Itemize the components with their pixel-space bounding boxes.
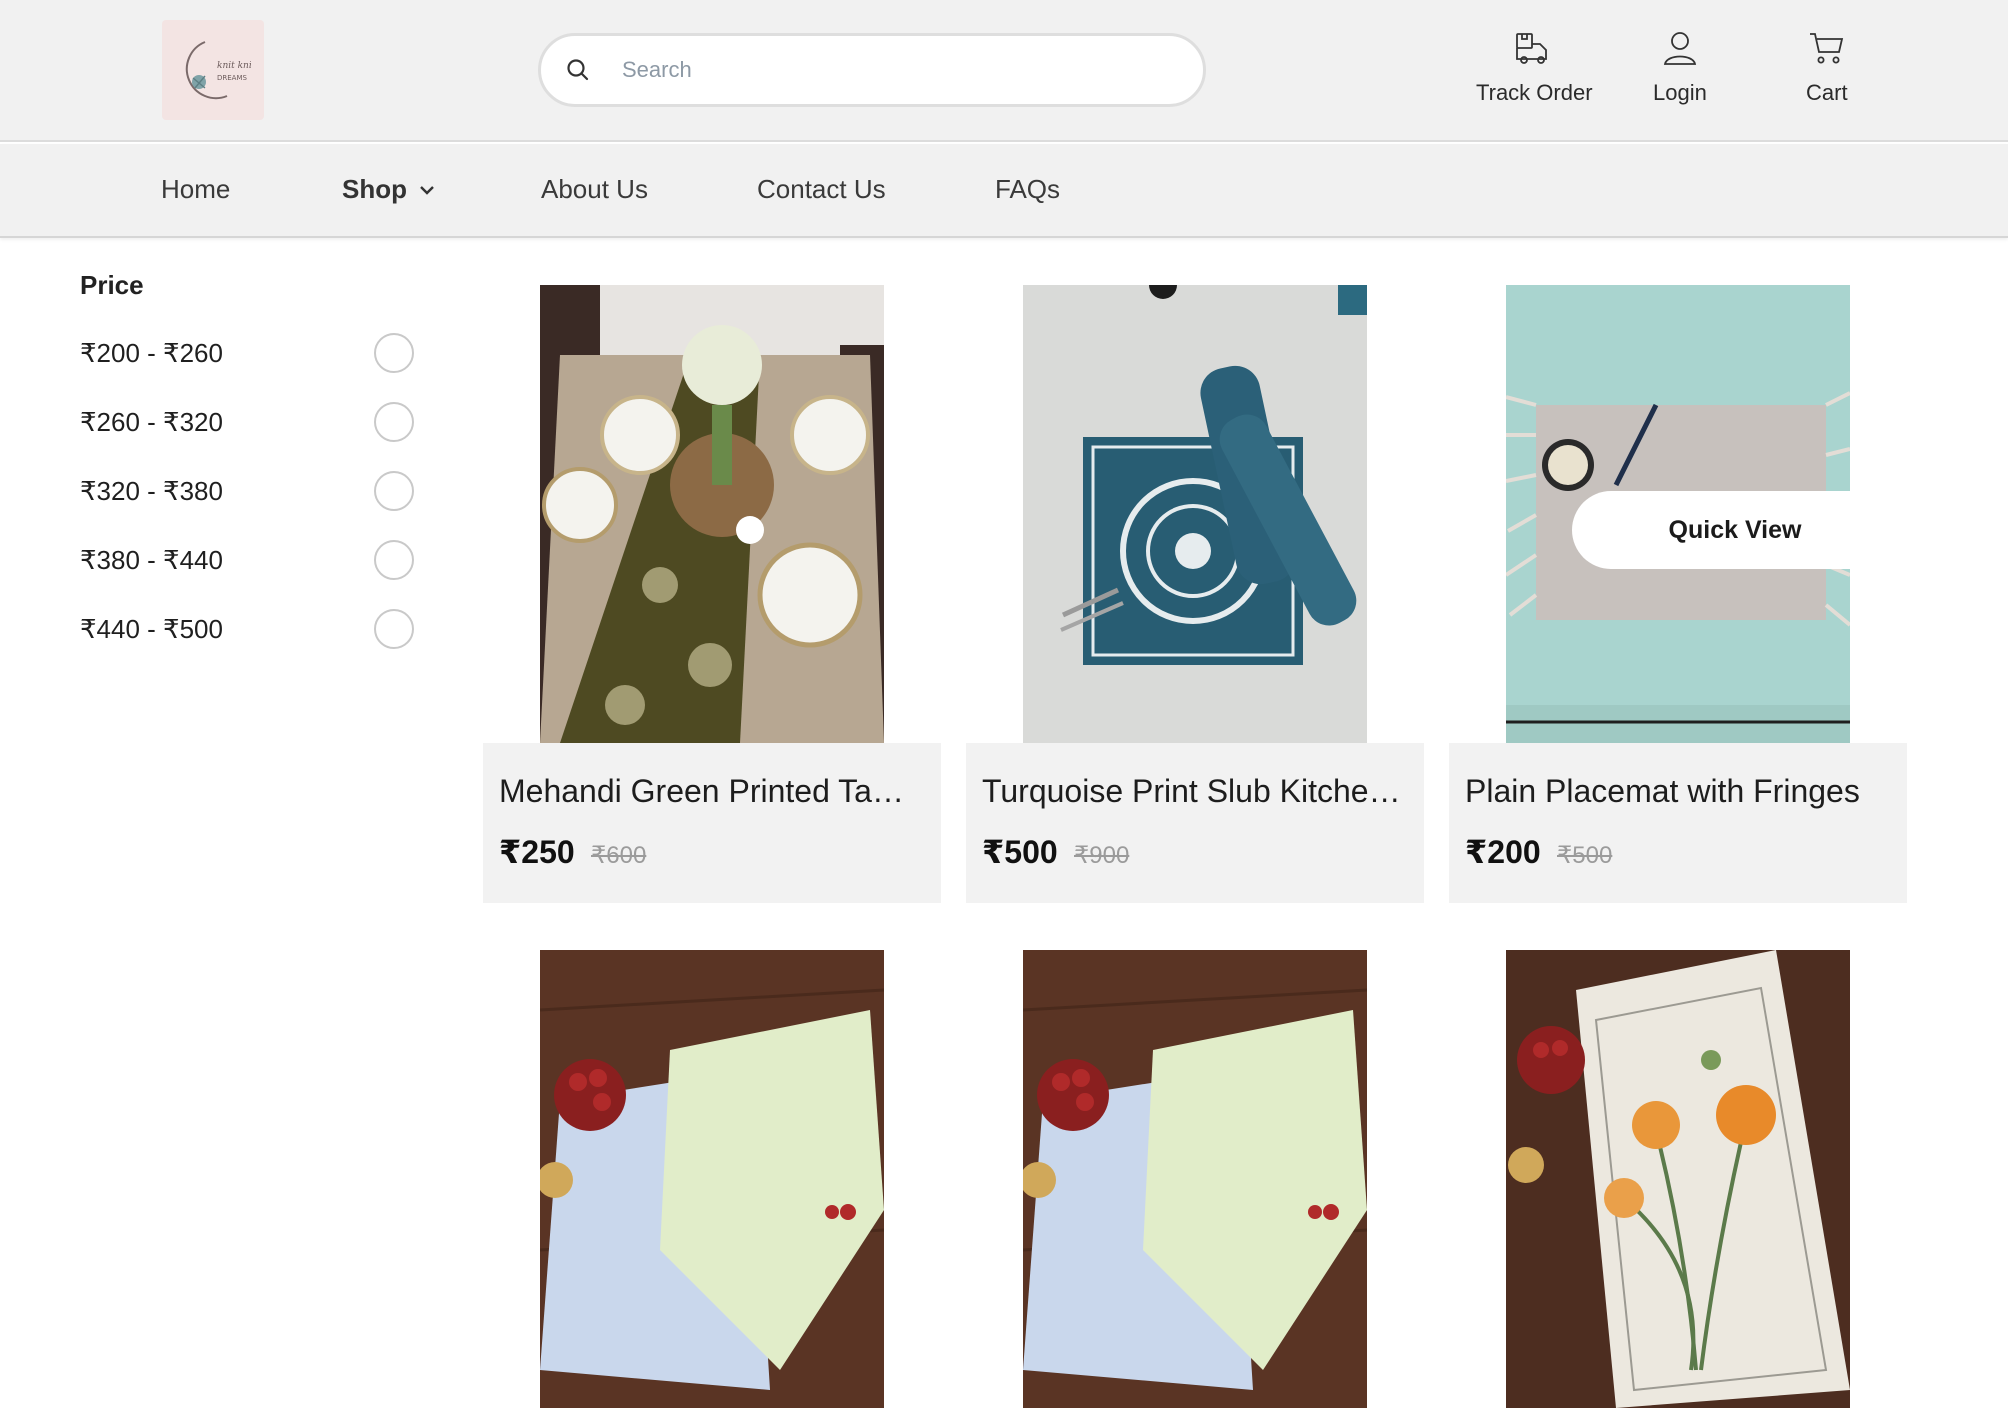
- nav-shop-label: Shop: [342, 174, 407, 204]
- product-info: Plain Placemat with Fringes ₹200 ₹500: [1449, 743, 1907, 903]
- product-image[interactable]: [1023, 285, 1367, 743]
- product-mrp: ₹500: [1557, 842, 1613, 869]
- nav-contact-us-label: Contact Us: [757, 174, 886, 204]
- brand-logo-caps: DREAMS: [217, 74, 248, 82]
- login-button[interactable]: Login: [1653, 28, 1707, 106]
- brand-logo-script: knit knit: [217, 61, 251, 71]
- price-range-radio[interactable]: [374, 402, 414, 442]
- product-mrp: ₹600: [591, 842, 647, 869]
- product-image[interactable]: [1023, 950, 1367, 1408]
- price-range-option[interactable]: ₹380 - ₹440: [80, 540, 414, 580]
- product-image[interactable]: [540, 950, 884, 1408]
- product-name[interactable]: Turquoise Print Slub Kitchen Placemat: [982, 773, 1402, 810]
- truck-box-icon: [1514, 28, 1554, 68]
- product-info: Turquoise Print Slub Kitchen Placemat ₹5…: [966, 743, 1424, 903]
- price-range-radio[interactable]: [374, 540, 414, 580]
- price-range-label: ₹380 - ₹440: [80, 544, 223, 575]
- nav-contact-us[interactable]: Contact Us: [757, 174, 886, 205]
- nav-home[interactable]: Home: [161, 174, 230, 205]
- search-input[interactable]: [622, 57, 1182, 83]
- user-icon: [1660, 28, 1700, 68]
- product-name[interactable]: Mehandi Green Printed Table Runner: [499, 773, 919, 810]
- cart-icon: [1807, 28, 1847, 68]
- login-label: Login: [1653, 80, 1707, 105]
- price-range-label: ₹320 - ₹380: [80, 475, 223, 506]
- price-range-radio[interactable]: [374, 333, 414, 373]
- chevron-down-icon: [417, 180, 437, 200]
- nav-faqs[interactable]: FAQs: [995, 174, 1060, 205]
- product-image[interactable]: [540, 285, 884, 743]
- brand-logo[interactable]: knit knit DREAMS: [162, 20, 264, 120]
- price-filter-title: Price: [80, 270, 144, 300]
- nav-about-us[interactable]: About Us: [541, 174, 648, 205]
- price-range-label: ₹260 - ₹320: [80, 406, 223, 437]
- price-range-label: ₹200 - ₹260: [80, 337, 223, 368]
- product-price: ₹200: [1465, 834, 1541, 870]
- header: knit knit DREAMS Track Order Login: [0, 0, 2008, 142]
- product-info: Mehandi Green Printed Table Runner ₹250 …: [483, 743, 941, 903]
- track-order-button[interactable]: Track Order: [1476, 28, 1593, 106]
- cart-button[interactable]: Cart: [1806, 28, 1848, 106]
- price-range-option[interactable]: ₹260 - ₹320: [80, 402, 414, 442]
- nav-about-us-label: About Us: [541, 174, 648, 204]
- product-image[interactable]: Quick View: [1506, 285, 1850, 743]
- product-price: ₹250: [499, 834, 575, 870]
- search-bar[interactable]: [538, 33, 1206, 107]
- main-nav: Home Shop About Us Contact Us FAQs: [0, 144, 2008, 238]
- price-range-radio[interactable]: [374, 471, 414, 511]
- product-name[interactable]: Plain Placemat with Fringes: [1465, 773, 1885, 810]
- brand-logo-mark: knit knit DREAMS: [185, 41, 251, 100]
- quick-view-button[interactable]: Quick View: [1572, 491, 1850, 569]
- price-range-label: ₹440 - ₹500: [80, 613, 223, 644]
- nav-shop[interactable]: Shop: [342, 174, 437, 205]
- track-order-label: Track Order: [1476, 80, 1593, 105]
- price-range-option[interactable]: ₹440 - ₹500: [80, 609, 414, 649]
- product-image[interactable]: [1506, 950, 1850, 1408]
- nav-faqs-label: FAQs: [995, 174, 1061, 204]
- cart-label: Cart: [1806, 80, 1848, 105]
- price-range-radio[interactable]: [374, 609, 414, 649]
- price-range-option[interactable]: ₹320 - ₹380: [80, 471, 414, 511]
- search-icon[interactable]: [564, 56, 592, 84]
- product-price: ₹500: [982, 834, 1058, 870]
- nav-home-label: Home: [161, 174, 231, 204]
- price-range-option[interactable]: ₹200 - ₹260: [80, 333, 414, 373]
- product-mrp: ₹900: [1074, 842, 1130, 869]
